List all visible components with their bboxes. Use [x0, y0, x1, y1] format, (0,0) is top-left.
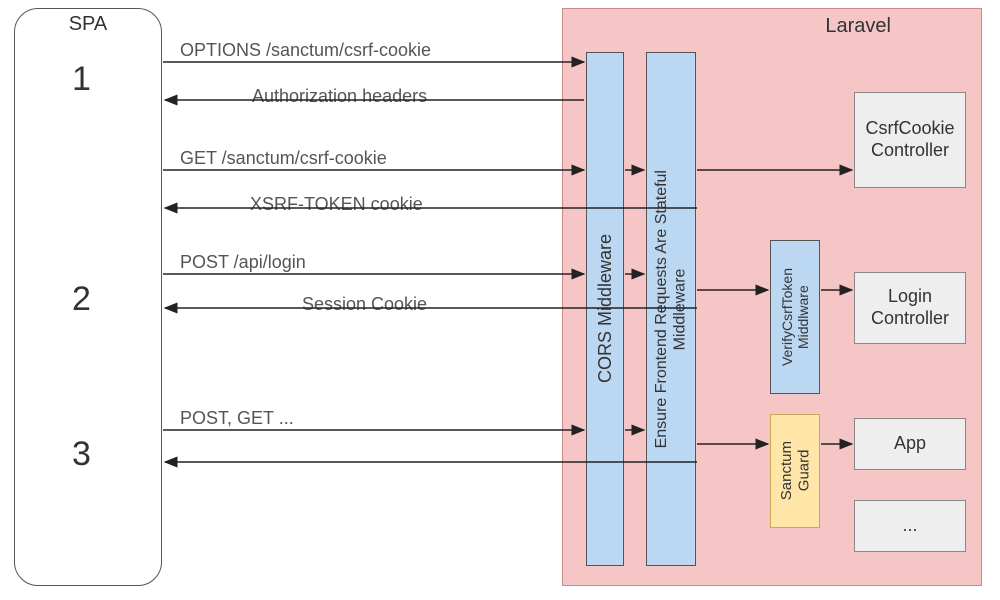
arrow-label-post-login: POST /api/login — [180, 252, 306, 273]
sanctum-guard-box: Sanctum Guard — [770, 414, 820, 528]
arrow-label-session-cookie: Session Cookie — [302, 294, 427, 315]
arrow-label-xsrf-cookie: XSRF-TOKEN cookie — [250, 194, 423, 215]
laravel-title: Laravel — [825, 15, 891, 38]
ensure-stateful-label: Ensure Frontend Requests Are Stateful Mi… — [653, 170, 690, 448]
ensure-stateful-box: Ensure Frontend Requests Are Stateful Mi… — [646, 52, 696, 566]
verify-csrf-box: VerifyCsrfToken Middlware — [770, 240, 820, 394]
step-3: 3 — [72, 435, 91, 474]
step-1: 1 — [72, 60, 91, 99]
cors-middleware-label: CORS Middleware — [595, 234, 616, 383]
verify-csrf-label: VerifyCsrfToken Middlware — [779, 268, 811, 366]
cors-middleware-box: CORS Middleware — [586, 52, 624, 566]
login-controller: Login Controller — [854, 272, 966, 344]
arrow-label-post-get: POST, GET ... — [180, 408, 294, 429]
spa-title: SPA — [69, 13, 108, 36]
csrf-cookie-controller: CsrfCookie Controller — [854, 92, 966, 188]
arrow-label-get-csrf: GET /sanctum/csrf-cookie — [180, 148, 387, 169]
app-controller: App — [854, 418, 966, 470]
ellipsis-controller: ... — [854, 500, 966, 552]
step-2: 2 — [72, 280, 91, 319]
arrow-label-options: OPTIONS /sanctum/csrf-cookie — [180, 40, 431, 61]
sanctum-guard-label: Sanctum Guard — [778, 441, 813, 500]
arrow-label-auth-headers: Authorization headers — [252, 86, 427, 107]
